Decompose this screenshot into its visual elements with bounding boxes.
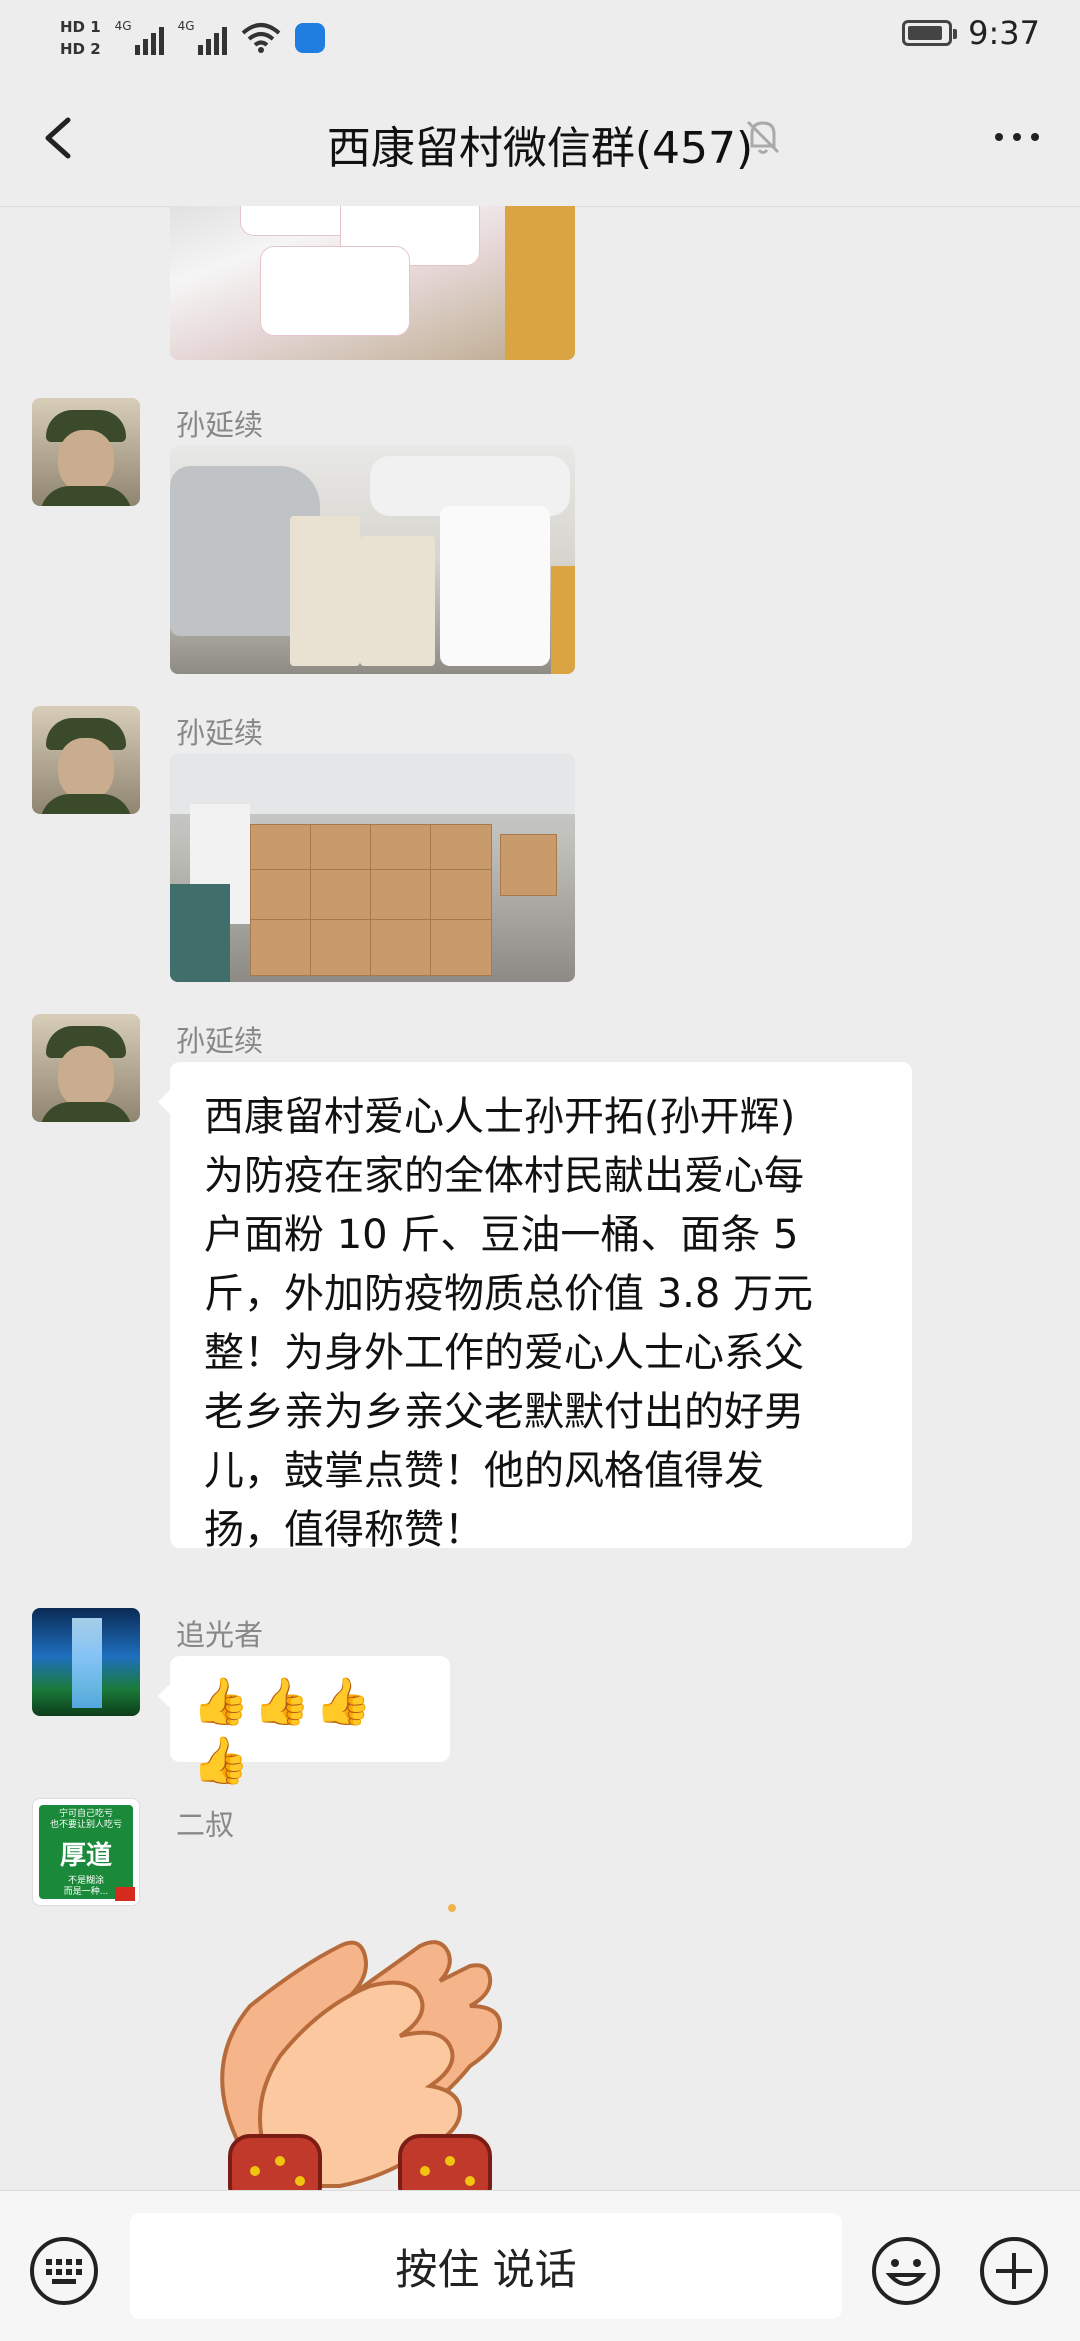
message-text: 西康留村爱心人士孙开拓(孙开辉) 为防疫在家的全体村民献出爱心每 户面粉 10 … [204, 1094, 814, 1553]
sender-name: 追光者 [176, 1618, 264, 1652]
clapping-hands-sticker[interactable] [170, 1886, 550, 2190]
sender-name: 孙延续 [176, 1024, 264, 1058]
avatar[interactable] [32, 1014, 140, 1122]
chat-messages[interactable]: 孙延续 孙延续 孙延续 西康留村爱心人士孙开拓(孙开辉) 为防疫在家的全体村民献… [0, 206, 1080, 2190]
avatar-caption-top: 宁可自己吃亏 也不要让别人吃亏 [49, 1809, 122, 1830]
network-type-1: 4G [114, 19, 132, 33]
thumbs-up-emoji: 👍👍👍👍 [192, 1674, 376, 1787]
wifi-icon [241, 23, 280, 53]
status-left: HD 1 HD 2 4G 4G [60, 8, 325, 68]
battery-icon [902, 20, 958, 46]
plus-circle-icon[interactable] [978, 2235, 1050, 2307]
image-message[interactable] [170, 206, 575, 360]
hold-to-talk-button[interactable]: 按住 说话 [130, 2213, 842, 2319]
input-bar: 按住 说话 [0, 2190, 1080, 2341]
sender-name: 孙延续 [176, 408, 264, 442]
bell-off-icon [746, 120, 780, 154]
sim2-label: HD 2 [60, 40, 101, 58]
signal-icon: 4G [114, 19, 164, 55]
image-message[interactable] [170, 446, 575, 674]
status-right: 9:37 [902, 14, 1040, 52]
avatar[interactable] [32, 706, 140, 814]
emoji-smile-icon[interactable] [870, 2235, 942, 2307]
avatar[interactable]: 宁可自己吃亏 也不要让别人吃亏 厚道 不是糊涂 而是一种... [32, 1798, 140, 1906]
avatar[interactable] [32, 1608, 140, 1716]
sim-indicators: HD 1 HD 2 [60, 18, 101, 58]
sender-name: 孙延续 [176, 716, 264, 750]
image-message[interactable] [170, 754, 575, 982]
text-message-bubble[interactable]: 西康留村爱心人士孙开拓(孙开辉) 为防疫在家的全体村民献出爱心每 户面粉 10 … [158, 1062, 912, 1553]
keyboard-icon[interactable] [28, 2235, 100, 2307]
signal-icon-2: 4G [177, 19, 227, 55]
clock: 9:37 [968, 14, 1040, 52]
avatar-caption-main: 厚道 [59, 1841, 112, 1871]
text-message-bubble[interactable]: 👍👍👍👍 [158, 1656, 450, 1787]
chat-header: 西康留村微信群(457) [0, 72, 1080, 207]
chat-title: 西康留村微信群(457) [326, 123, 754, 174]
avatar[interactable] [32, 398, 140, 506]
more-dots-icon[interactable] [982, 112, 1052, 162]
sim1-label: HD 1 [60, 18, 101, 36]
network-type-2: 4G [177, 19, 195, 33]
notification-app-icon [294, 23, 325, 53]
sender-name: 二叔 [176, 1808, 235, 1842]
status-bar: HD 1 HD 2 4G 4G 9:37 [0, 0, 1080, 72]
